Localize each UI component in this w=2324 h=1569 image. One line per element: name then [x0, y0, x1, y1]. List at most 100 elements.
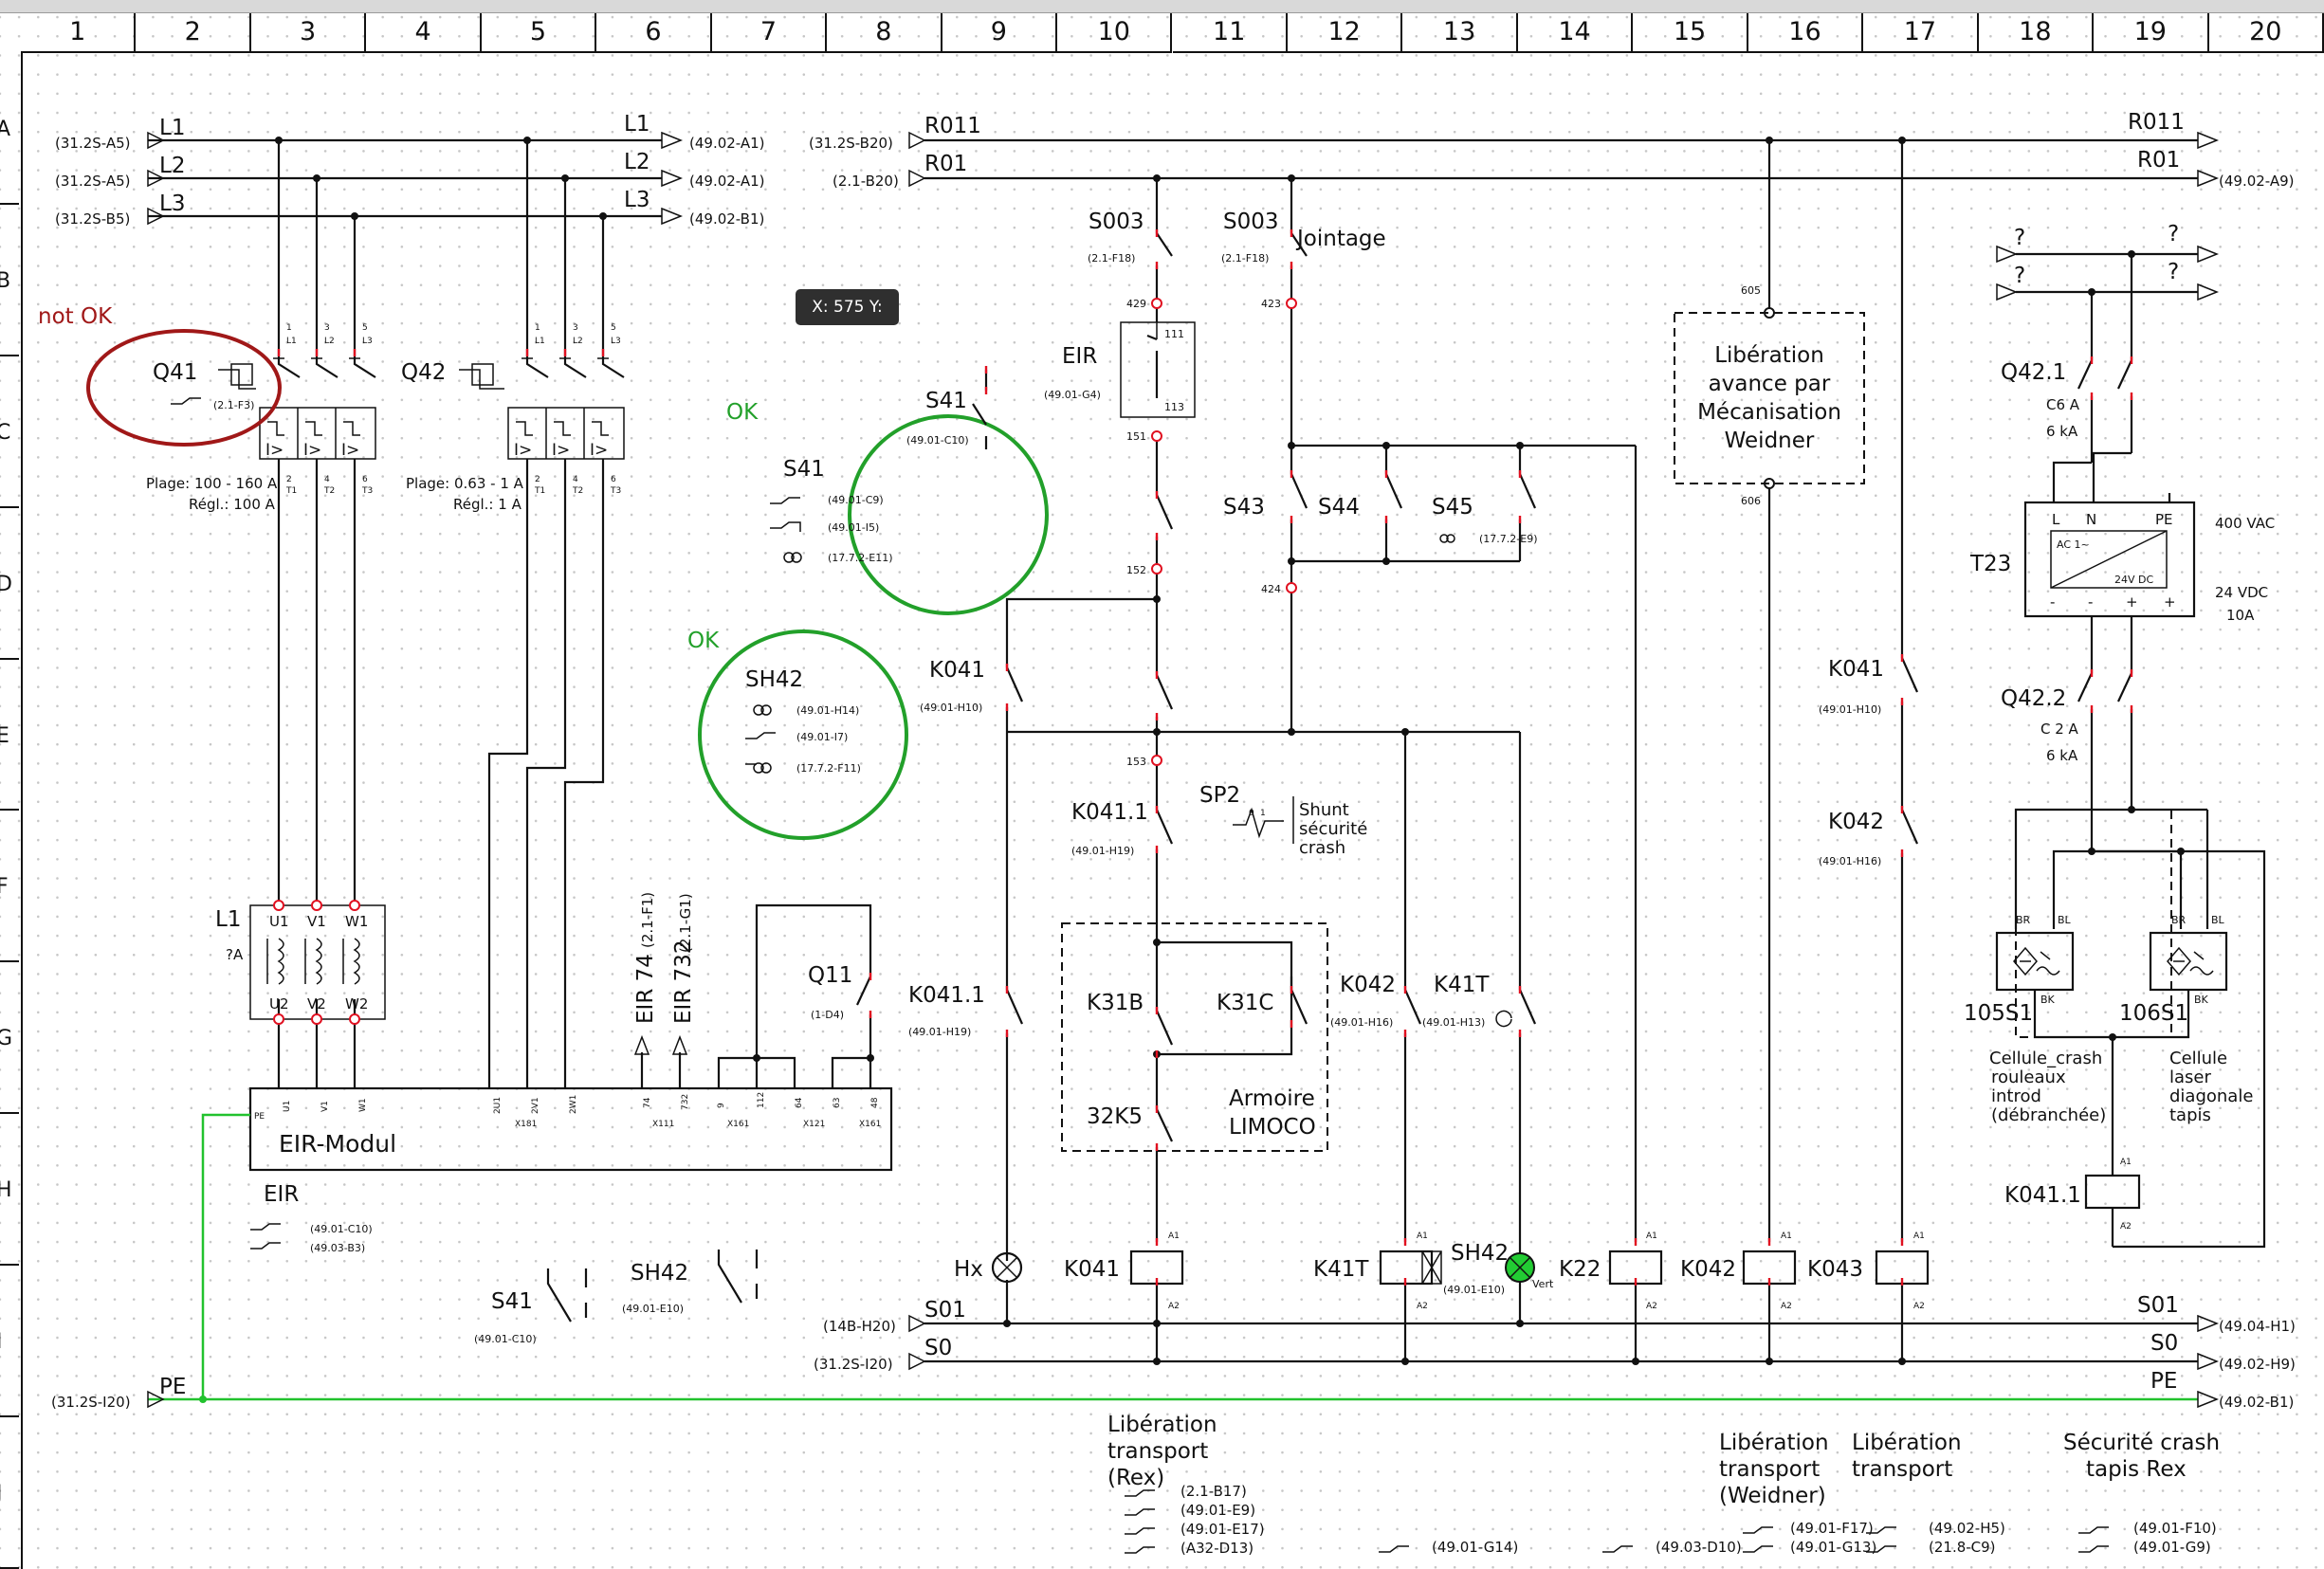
sp2-desc3: crash — [1299, 838, 1345, 858]
control-wires — [1003, 137, 1919, 1365]
l1-u1: U1 — [269, 913, 289, 930]
rail-unknown-1: ? — [2014, 226, 2025, 250]
s003b-desc: Jointage — [1295, 227, 1386, 251]
weidner-line4: Weidner — [1725, 429, 1815, 453]
q41-pin-l3: L3 — [362, 337, 373, 346]
psu-section[interactable]: ? ? ? ? Q42.1 C6 A 6 kA AC 1~ 24V DC L N… — [1964, 222, 2275, 1249]
k041b-name: K041 — [1828, 657, 1884, 682]
s41-xref1: (49.01-C9) — [828, 494, 884, 506]
l1-v2: V2 — [307, 995, 326, 1013]
rail-pe-dest: (49.02-B1) — [2219, 1394, 2294, 1411]
s45-name: S45 — [1432, 495, 1473, 520]
s41-sh42-contacts[interactable]: S41 (49.01-C10) SH42 (49.01-E10) — [474, 1250, 759, 1345]
footer2-ref1: (49.01-F17) — [1790, 1520, 1874, 1537]
q41-ref: (2.1-F3) — [213, 399, 254, 411]
q41-pin-5: 5 — [362, 323, 368, 333]
rail-l3-source: (31.2S-B5) — [55, 210, 130, 228]
rail-l2-source: (31.2S-A5) — [55, 173, 131, 190]
s106-desc4: tapis — [2169, 1105, 2211, 1125]
k042a-name: K042 — [1340, 973, 1396, 997]
t23-pin-n: N — [2086, 511, 2096, 528]
rail-l3-name: L3 — [159, 192, 185, 216]
eir-relay-ref: (49.01-G4) — [1044, 389, 1101, 401]
s41-name: S41 — [783, 457, 825, 482]
power-rails — [147, 131, 2220, 1409]
coil-a2-1: A2 — [1168, 1302, 1180, 1311]
term-2v1: 2V1 — [531, 1097, 540, 1114]
limoco-cabinet[interactable]: K31B K31C 32K5 Armoire LIMOCO — [1061, 922, 1328, 1152]
footer4-ref2: (49.01-G9) — [2133, 1539, 2211, 1556]
eir-relay-name: EIR — [1062, 344, 1097, 369]
term-48: 48 — [870, 1097, 880, 1108]
k22-coil-label: K22 — [1559, 1257, 1601, 1282]
eir-relay-pin111: 111 — [1164, 328, 1184, 340]
control-nodes: 429 423 151 152 424 153 605 606 — [1126, 284, 1775, 768]
wiring-diagram[interactable]: (31.2S-A5) L1 L1 (49.02-A1) (31.2S-A5) L… — [0, 0, 2324, 1569]
s003a-name: S003 — [1089, 210, 1144, 234]
t23-pin-p2: + — [2164, 593, 2176, 611]
k041b-ref: (49.01-H10) — [1819, 703, 1881, 716]
q42-trip-3: I> — [590, 441, 608, 460]
ok-label-2: OK — [687, 629, 720, 653]
footer1-ref3: (49.01-E17) — [1180, 1521, 1265, 1538]
rail-l1-out: L1 — [624, 112, 650, 137]
terminal-marks — [277, 229, 2133, 1286]
rail-l1-source: (31.2S-A5) — [55, 135, 131, 152]
q41-pin-2: 2 — [286, 475, 292, 484]
s105-desc2: rouleaux — [1991, 1067, 2066, 1087]
q42-trip-1: I> — [514, 441, 532, 460]
coil-a1-3: A1 — [1646, 1231, 1657, 1241]
k042b-name: K042 — [1828, 810, 1884, 834]
rail-r01-source: (2.1-B20) — [833, 173, 899, 190]
footer1-line2: transport — [1107, 1439, 1208, 1464]
q41-pin-6: 6 — [362, 475, 368, 484]
k042a-ref: (49.01-H16) — [1330, 1016, 1393, 1029]
rail-s0-out: S0 — [2150, 1331, 2178, 1356]
limoco-title2: LIMOCO — [1229, 1115, 1316, 1140]
q41-trip-2: I> — [303, 441, 321, 460]
k31b-name: K31B — [1087, 991, 1144, 1015]
eir-modul-terminals: U1 V1 W1 2U1 2V1 2W1 74 732 9 112 64 63 … — [283, 1092, 881, 1129]
q41-pin-t2: T2 — [323, 486, 335, 496]
rail-l2-out: L2 — [624, 150, 650, 174]
q42-pin-6: 6 — [611, 475, 616, 484]
footer1-ref1: (2.1-B17) — [1180, 1483, 1247, 1500]
term-2w1: 2W1 — [569, 1095, 578, 1114]
q42-pin-l2: L2 — [573, 337, 583, 346]
eir-modul[interactable]: PE EIR-Modul U1 V1 W1 2U1 2V1 2W1 74 732… — [199, 892, 893, 1403]
q42-name: Q42 — [401, 360, 446, 385]
reactor-l1[interactable]: L1 ?A U1 V1 W1 U2 V2 W2 — [215, 900, 386, 1025]
breaker-q42[interactable]: I> I> I> 1 L1 3 L2 5 L3 2 T1 4 T2 6 T3 Q… — [401, 323, 625, 513]
group-x161b: X161 — [859, 1120, 881, 1129]
eir-pe: PE — [254, 1112, 265, 1122]
k0411b-name: K041.1 — [908, 983, 985, 1008]
q42-pin-2: 2 — [535, 475, 540, 484]
s41-contact[interactable]: S41 (49.01-C10) — [906, 370, 988, 449]
rail-r011-out: R011 — [2128, 110, 2185, 135]
s45-ref: (17.7.2-E9) — [1479, 533, 1538, 545]
q422-name: Q42.2 — [2001, 686, 2066, 711]
l1-w1: W1 — [345, 913, 368, 930]
t23-name: T23 — [1969, 552, 2011, 576]
rail-s01-out: S01 — [2137, 1293, 2179, 1318]
q41-pin-t3: T3 — [361, 486, 373, 496]
weidner-line2: avance par — [1709, 372, 1831, 396]
coils-row[interactable]: Hx K041 K41T SH42 (49.01-E10) Vert K22 K… — [954, 1231, 1930, 1311]
k41t-coil-label: K41T — [1313, 1257, 1369, 1282]
s41-xref2: (49.01-I5) — [828, 521, 879, 534]
node-423: 423 — [1261, 298, 1281, 310]
term-2u1: 2U1 — [493, 1097, 503, 1114]
motor-feed-wires — [275, 137, 607, 1088]
q421-name: Q42.1 — [2001, 360, 2066, 385]
sh42b-ref: (49.01-E10) — [622, 1303, 684, 1315]
s41c-name: S41 — [925, 389, 967, 413]
eir74-ref: (2.1-F1) — [639, 892, 656, 948]
rail-r01-dest: (49.02-A9) — [2219, 173, 2295, 190]
not-ok-label: not OK — [38, 304, 113, 329]
q11-name: Q11 — [808, 963, 852, 988]
q41-name: Q41 — [153, 360, 197, 385]
t23-pin-pe: PE — [2155, 511, 2173, 528]
weidner-box[interactable]: Libération avance par Mécanisation Weidn… — [1674, 312, 1865, 484]
eir-relay-pin113: 113 — [1164, 401, 1184, 413]
node-153: 153 — [1126, 756, 1146, 768]
